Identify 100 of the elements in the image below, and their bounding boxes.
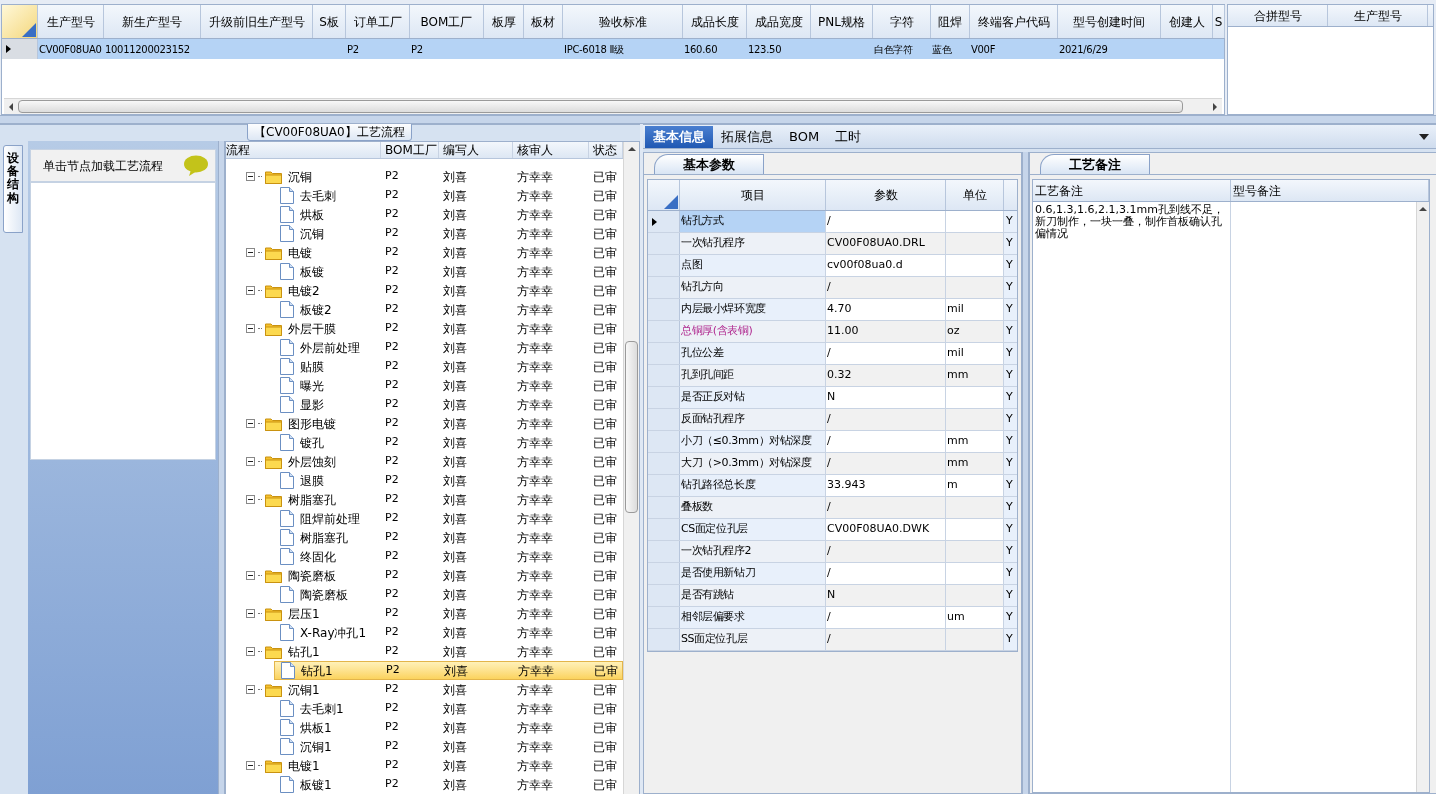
tab[interactable]: 拓展信息 [713, 125, 781, 148]
table-row[interactable]: SS面定位孔层 / Y [648, 629, 1017, 651]
column-header[interactable]: 板材 [524, 5, 563, 38]
table-row[interactable]: 孔位公差 / mil Y [648, 343, 1017, 365]
column-header[interactable]: 参数 [826, 180, 946, 210]
column-header[interactable]: BOM工厂 [410, 5, 484, 38]
scrollbar-thumb[interactable] [625, 341, 638, 513]
expand-toggle[interactable] [246, 457, 255, 466]
column-header[interactable]: 型号创建时间 [1058, 5, 1161, 38]
table-row[interactable]: 一次钻孔程序 CV00F08UA0.DRL Y [648, 233, 1017, 255]
row-header [648, 607, 680, 628]
table-cell: 方幸幸 [517, 169, 553, 184]
column-header[interactable]: 工艺备注 [1033, 180, 1231, 201]
expand-toggle[interactable] [246, 286, 255, 295]
table-row[interactable]: 叠板数 / Y [648, 497, 1017, 519]
expand-toggle[interactable] [246, 172, 255, 181]
column-header[interactable]: 项目 [680, 180, 826, 210]
column-header[interactable]: S [1213, 5, 1225, 38]
expand-toggle[interactable] [246, 761, 255, 770]
table-row[interactable]: 是否有跳钻 N Y [648, 585, 1017, 607]
column-header[interactable]: BOM工厂 [381, 142, 439, 158]
column-header[interactable]: 生产型号 [38, 5, 104, 38]
column-header[interactable]: 编写人 [439, 142, 513, 158]
sub-tab[interactable]: 基本参数 [654, 154, 764, 174]
sub-tab[interactable]: 工艺备注 [1040, 154, 1150, 174]
column-header[interactable]: 字符 [873, 5, 931, 38]
column-header[interactable]: 新生产型号 [104, 5, 201, 38]
table-cell: 刘喜 [443, 302, 467, 317]
scroll-up-icon[interactable] [1418, 204, 1428, 214]
expand-toggle[interactable] [246, 248, 255, 257]
column-header[interactable]: 成品长度 [683, 5, 747, 38]
table-cell: P2 [385, 340, 399, 354]
expand-toggle[interactable] [246, 685, 255, 694]
table-row[interactable]: CS面定位孔层 CV00F08UA0.DWK Y [648, 519, 1017, 541]
tree-row[interactable]: 钻孔1 P2 刘喜 方幸幸 已审 [274, 661, 623, 680]
parameter-name-cell: 点图 [680, 255, 826, 276]
tab[interactable]: 基本信息 [645, 125, 713, 148]
expand-toggle[interactable] [246, 571, 255, 580]
vertical-scrollbar[interactable] [623, 142, 639, 794]
column-header[interactable]: 流程 [226, 142, 381, 158]
table-row[interactable]: 钻孔方式 / Y [648, 211, 1017, 233]
table-row[interactable]: 大刀（>0.3mm）对钻深度 / mm Y [648, 453, 1017, 475]
table-row[interactable]: 小刀（≤0.3mm）对钻深度 / mm Y [648, 431, 1017, 453]
table-row[interactable]: 孔到孔间距 0.32 mm Y [648, 365, 1017, 387]
column-header[interactable]: 成品宽度 [747, 5, 811, 38]
table-row[interactable]: 点图 cv00f08ua0.d Y [648, 255, 1017, 277]
table-row[interactable]: 内层最小焊环宽度 4.70 mil Y [648, 299, 1017, 321]
column-header[interactable]: 验收标准 [563, 5, 683, 38]
tree-node-label: 层压1 [287, 605, 320, 623]
table-row[interactable]: 相邻层偏要求 / um Y [648, 607, 1017, 629]
scrollbar-thumb[interactable] [18, 100, 1183, 113]
column-header[interactable]: 订单工厂 [346, 5, 410, 38]
row-header [648, 541, 680, 562]
table-row[interactable]: 是否使用新钻刀 / Y [648, 563, 1017, 585]
expand-toggle[interactable] [246, 419, 255, 428]
table-row[interactable]: 是否正反对钻 N Y [648, 387, 1017, 409]
column-header[interactable]: 终端客户代码 [970, 5, 1058, 38]
table-row[interactable]: 一次钻孔程序2 / Y [648, 541, 1017, 563]
horizontal-scrollbar[interactable] [4, 98, 1222, 114]
tab[interactable]: BOM [781, 125, 828, 148]
column-header[interactable]: 生产型号 [1328, 5, 1428, 26]
table-cell: Y [1006, 257, 1013, 274]
table-row[interactable]: CV00F08UA0 10011200023152 P2 P2 IPC-6018 Ⅱ级 160.60 123.50 白色字符 蓝色 V00F 2021/6/29 [2, 39, 1224, 59]
tree-node-label: 去毛刺 [299, 187, 336, 205]
expand-toggle[interactable] [246, 647, 255, 656]
expand-toggle[interactable] [246, 324, 255, 333]
folder-icon [265, 568, 282, 583]
parameter-name-cell: 钻孔方向 [680, 277, 826, 298]
table-cell: 已审 [593, 701, 617, 716]
table-cell: 已审 [593, 777, 617, 792]
tree-node-label: 镀孔 [299, 434, 324, 452]
table-row[interactable]: 钻孔方向 / Y [648, 277, 1017, 299]
column-header[interactable]: 合拼型号 [1228, 5, 1328, 26]
table-cell: 刘喜 [443, 492, 467, 507]
column-header[interactable]: 核审人 [513, 142, 589, 158]
column-header[interactable]: 升级前旧生产型号 [201, 5, 313, 38]
tab[interactable]: 工时 [827, 125, 870, 148]
table-cell: P2 [385, 568, 399, 582]
column-header[interactable]: 单位 [946, 180, 1004, 210]
column-header[interactable]: 板厚 [484, 5, 524, 38]
table-cell: Y [1006, 323, 1013, 340]
corner-triangle-icon [22, 23, 36, 37]
vertical-scrollbar[interactable] [1416, 202, 1429, 792]
table-row[interactable]: 反面钻孔程序 / Y [648, 409, 1017, 431]
column-header[interactable]: PNL规格 [811, 5, 873, 38]
table-cell: P2 [385, 682, 399, 696]
column-header[interactable]: S板 [313, 5, 346, 38]
note-text: 0.6,1.3,1.6,2.1,3.1mm孔到线不足，新刀制作，一块一叠，制作首板确认孔偏情况 [1035, 204, 1225, 240]
column-header[interactable]: 型号备注 [1231, 180, 1429, 201]
table-row[interactable]: 钻孔路径总长度 33.943 m Y [648, 475, 1017, 497]
column-header[interactable]: 阻焊 [931, 5, 970, 38]
dropdown-caret-icon[interactable] [1419, 133, 1429, 140]
side-tab[interactable]: 设备结构 [3, 145, 23, 233]
table-cell-text: IPC-6018 Ⅱ级 [564, 42, 624, 57]
column-header[interactable]: 创建人 [1161, 5, 1213, 38]
table-row[interactable]: 总铜厚(含表铜) 11.00 oz Y [648, 321, 1017, 343]
table-cell: P2 [385, 473, 399, 487]
expand-toggle[interactable] [246, 609, 255, 618]
table-cell: 刘喜 [443, 340, 467, 355]
expand-toggle[interactable] [246, 495, 255, 504]
